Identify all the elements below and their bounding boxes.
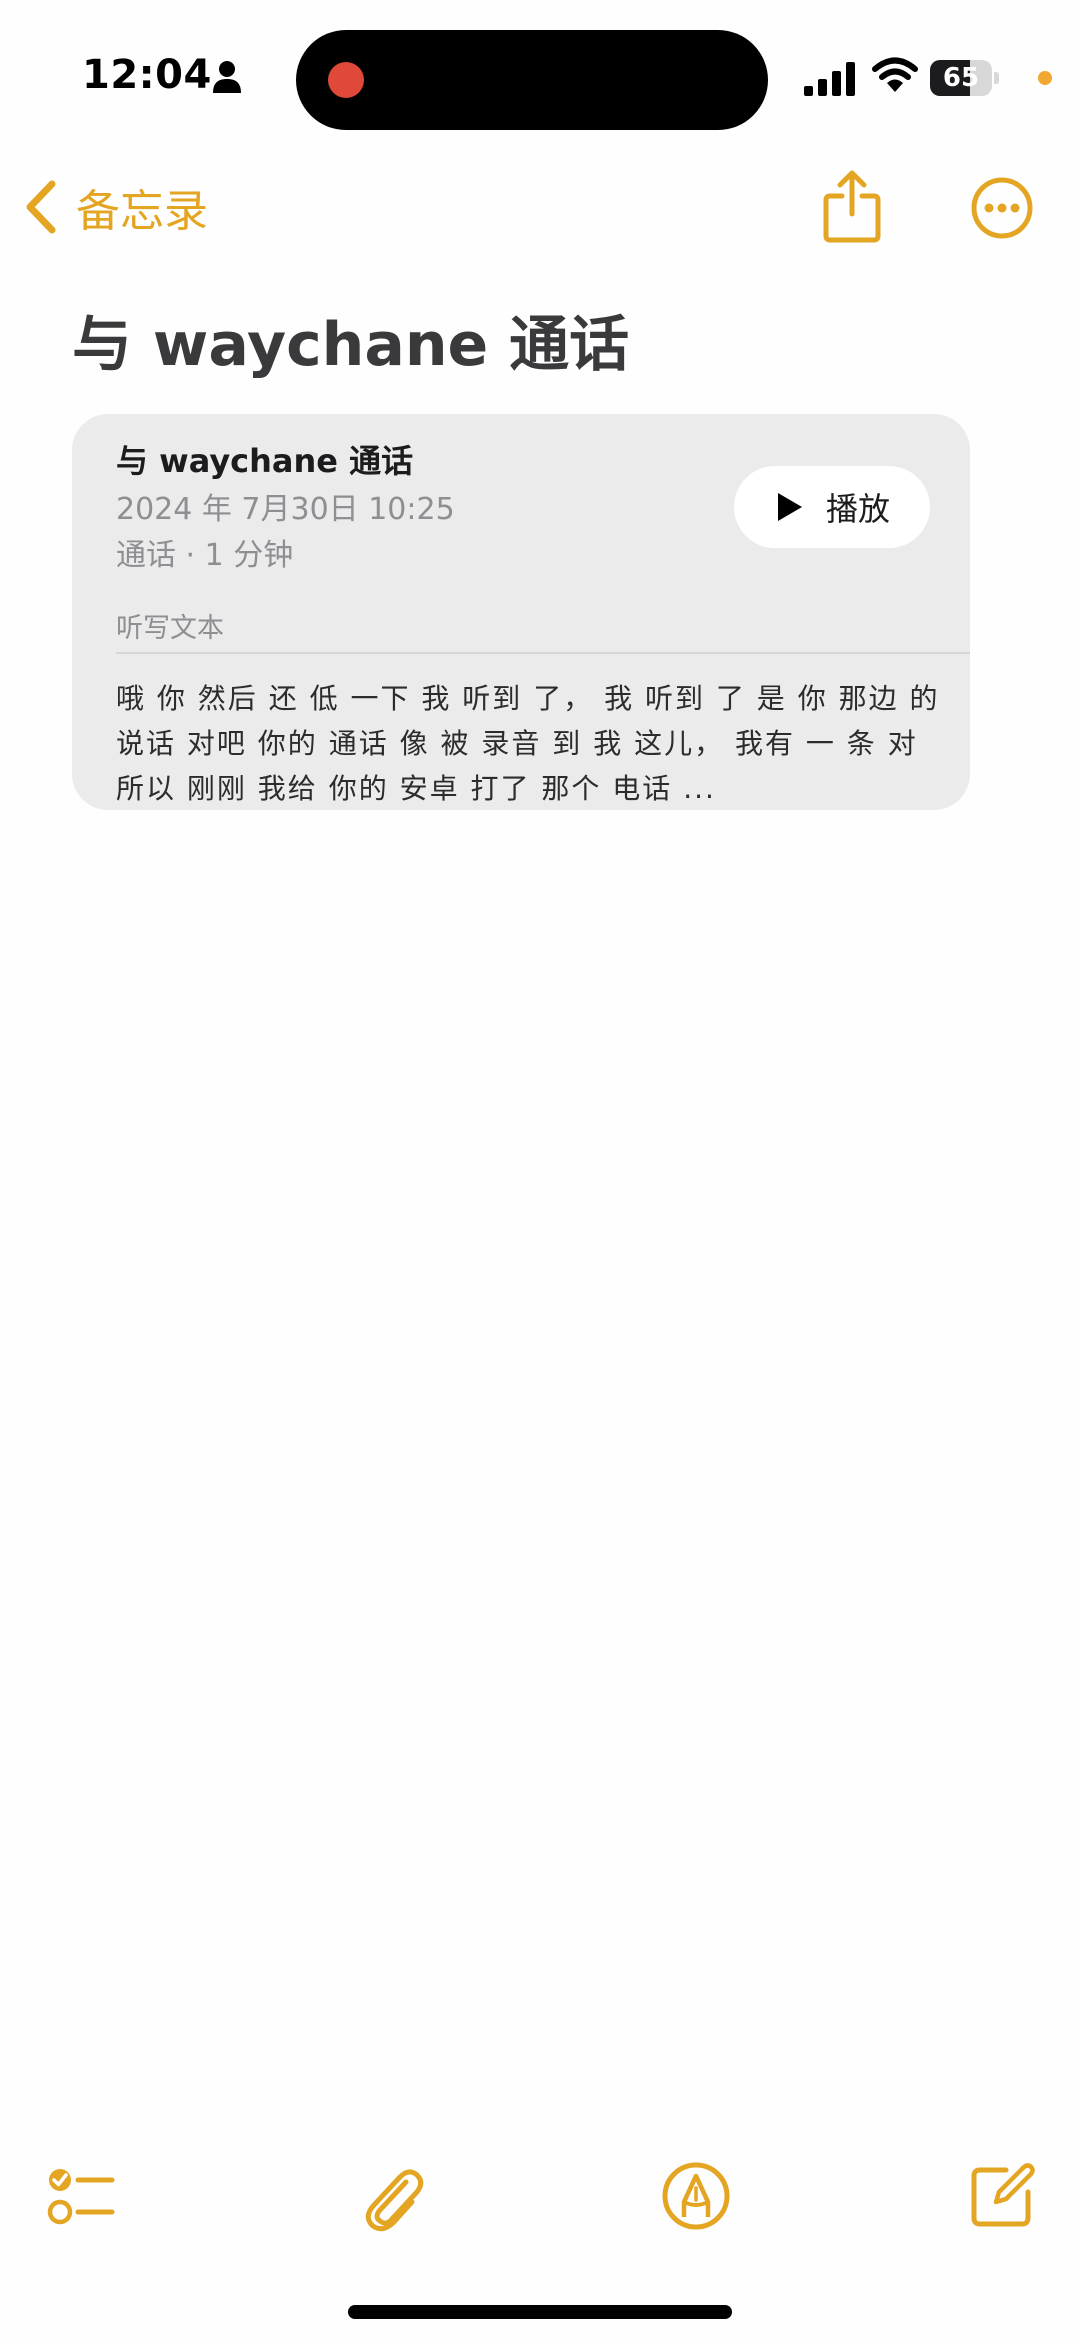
- transcript-line: 说话 对吧 你的 通话 像 被 录音 到 我 这儿， 我有 一 条 对: [116, 727, 918, 760]
- ellipsis-circle-icon[interactable]: [970, 176, 1034, 240]
- home-indicator: [348, 2305, 732, 2319]
- markup-pen-icon[interactable]: [660, 2160, 732, 2232]
- chevron-left-icon: [26, 180, 56, 234]
- wifi-icon: [872, 57, 918, 92]
- recording-indicator: [328, 62, 364, 98]
- battery-indicator: 65: [930, 60, 1000, 96]
- privacy-indicator-dot: [1038, 71, 1052, 85]
- transcript-line: 所以 刚刚 我给 你的 安卓 打了 那个 电话 ...: [116, 772, 716, 805]
- status-time: 12:04: [82, 52, 212, 98]
- paperclip-icon[interactable]: [356, 2160, 428, 2232]
- call-title: 与 waychane 通话: [116, 442, 414, 480]
- dynamic-island: [296, 30, 768, 130]
- call-meta: 通话 · 1 分钟: [116, 538, 294, 573]
- transcript-line: 哦 你 然后 还 低 一下 我 听到 了， 我 听到 了 是 你 那边 的: [116, 682, 940, 715]
- call-datetime: 2024 年 7月30日 10:25: [116, 492, 455, 527]
- checklist-icon[interactable]: [46, 2160, 118, 2232]
- cellular-signal-icon: [804, 62, 855, 96]
- back-button-label: 备忘录: [76, 186, 208, 237]
- note-title[interactable]: 与 waychane 通话: [72, 296, 629, 383]
- play-button[interactable]: 播放: [734, 466, 930, 548]
- battery-body: 65: [930, 60, 992, 96]
- transcript-header: 听写文本: [116, 613, 224, 644]
- share-icon[interactable]: [820, 168, 884, 244]
- back-button[interactable]: 备忘录: [20, 172, 208, 242]
- battery-cap: [994, 72, 999, 84]
- compose-icon[interactable]: [966, 2160, 1038, 2232]
- call-recording-card[interactable]: 与 waychane 通话 2024 年 7月30日 10:25 通话 · 1 …: [72, 414, 970, 810]
- battery-level: 65: [942, 63, 980, 93]
- play-button-label: 播放: [825, 490, 890, 528]
- person-icon: [213, 61, 241, 93]
- card-divider: [116, 652, 970, 654]
- play-icon: [777, 493, 802, 521]
- transcript-text[interactable]: 哦 你 然后 还 低 一下 我 听到 了， 我 听到 了 是 你 那边 的 说话…: [116, 676, 946, 811]
